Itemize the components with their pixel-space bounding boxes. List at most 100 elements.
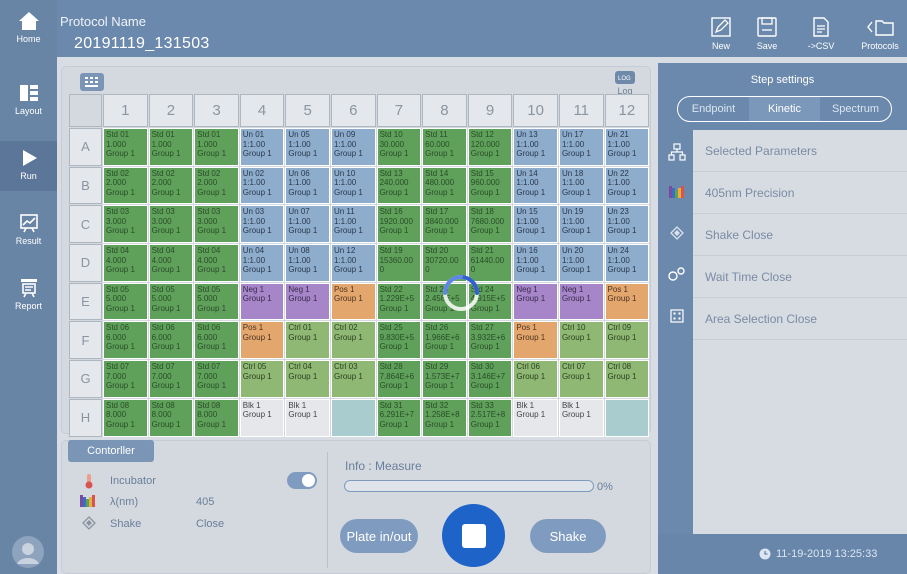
plate-well[interactable]: Std 19 15360.00 0 xyxy=(376,244,422,282)
plate-well[interactable]: Std 07 7.000 Group 1 xyxy=(148,360,194,398)
plate-well[interactable]: Std 16 1920.000 Group 1 xyxy=(376,205,422,244)
plate-well[interactable]: Std 05 5.000 Group 1 xyxy=(103,282,148,321)
plate-well[interactable]: Std 06 6.000 Group 1 xyxy=(148,321,194,360)
row-header[interactable]: E xyxy=(69,282,102,321)
plate-well[interactable]: Std 25 9.830E+5 Group 1 xyxy=(376,321,422,360)
row-header[interactable]: F xyxy=(69,321,102,360)
plate-well[interactable]: Un 05 1:1.00 Group 1 xyxy=(285,128,330,166)
shake-button[interactable]: Shake xyxy=(530,519,606,553)
nav-report[interactable]: Report xyxy=(0,273,57,323)
plate-well[interactable]: Un 02 1:1.00 Group 1 xyxy=(239,166,285,205)
plate-well[interactable]: Std 18 7680.000 Group 1 xyxy=(467,205,513,244)
step-param-item[interactable]: Wait Time Close xyxy=(693,256,907,298)
plate-well[interactable]: Ctrl 02 Group 1 xyxy=(330,321,376,360)
mode-endpoint[interactable]: Endpoint xyxy=(678,97,749,121)
plate-well[interactable]: Un 06 1:1.00 Group 1 xyxy=(285,166,330,205)
export-csv-button[interactable]: ->CSV xyxy=(800,16,842,51)
plate-well[interactable]: Std 05 5.000 Group 1 xyxy=(148,282,194,321)
nav-run[interactable]: Run xyxy=(0,141,57,191)
step-param-item[interactable]: Selected Parameters xyxy=(693,130,907,172)
plate-well[interactable]: Std 03 3.000 Group 1 xyxy=(148,205,194,244)
plate-well[interactable]: Ctrl 04 Group 1 xyxy=(285,360,330,398)
nav-result[interactable]: Result xyxy=(0,208,57,258)
plate-well[interactable]: Std 04 4.000 Group 1 xyxy=(148,244,194,282)
plate-well[interactable]: Std 01 1.000 Group 1 xyxy=(103,128,148,166)
row-header[interactable]: A xyxy=(69,128,102,166)
plate-well[interactable]: Std 06 6.000 Group 1 xyxy=(103,321,148,360)
mode-spectrum[interactable]: Spectrum xyxy=(820,97,891,121)
plate-well[interactable]: Std 29 1.573E+7 Group 1 xyxy=(422,360,467,398)
plate-well[interactable]: Std 27 3.932E+6 Group 1 xyxy=(467,321,513,360)
plate-well[interactable]: Ctrl 01 Group 1 xyxy=(285,321,330,360)
plate-well[interactable]: Un 23 1:1.00 Group 1 xyxy=(604,205,650,244)
column-header[interactable]: 5 xyxy=(285,94,330,127)
plate-well[interactable]: Un 03 1:1.00 Group 1 xyxy=(239,205,285,244)
plate-well[interactable]: Std 08 8.000 Group 1 xyxy=(148,398,194,437)
selected-params-side-icon[interactable] xyxy=(660,143,693,166)
keypad-button[interactable] xyxy=(80,73,104,91)
plate-well[interactable]: Un 15 1:1.00 Group 1 xyxy=(513,205,558,244)
column-header[interactable]: 6 xyxy=(330,94,376,127)
plate-well[interactable]: Un 20 1:1.00 Group 1 xyxy=(558,244,604,282)
plate-well[interactable]: Un 04 1:1.00 Group 1 xyxy=(239,244,285,282)
plate-well[interactable]: Un 16 1:1.00 Group 1 xyxy=(513,244,558,282)
plate-well[interactable]: Std 26 1.966E+6 Group 1 xyxy=(422,321,467,360)
plate-well[interactable]: Std 32 1.258E+8 Group 1 xyxy=(422,398,467,437)
plate-well[interactable]: Pos 1 Group 1 xyxy=(513,321,558,360)
step-param-item[interactable]: 405nm Precision xyxy=(693,172,907,214)
column-header[interactable]: 8 xyxy=(422,94,467,127)
plate-well[interactable]: Un 01 1:1.00 Group 1 xyxy=(239,128,285,166)
column-header[interactable]: 12 xyxy=(604,94,650,127)
plate-well[interactable]: Std 04 4.000 Group 1 xyxy=(194,244,239,282)
plate-well[interactable]: Un 22 1:1.00 Group 1 xyxy=(604,166,650,205)
plate-well[interactable]: Std 08 8.000 Group 1 xyxy=(103,398,148,437)
plate-well[interactable]: Std 07 7.000 Group 1 xyxy=(103,360,148,398)
plate-well[interactable]: Std 03 3.000 Group 1 xyxy=(103,205,148,244)
plate-well[interactable]: Un 21 1:1.00 Group 1 xyxy=(604,128,650,166)
column-header[interactable]: 1 xyxy=(103,94,148,127)
plate-well[interactable]: Std 07 7.000 Group 1 xyxy=(194,360,239,398)
plate-well[interactable]: Blk 1 Group 1 xyxy=(558,398,604,437)
plate-well[interactable]: Std 22 1.229E+5 Group 1 xyxy=(376,282,422,321)
wavelength-side-icon[interactable] xyxy=(660,185,693,203)
plate-well[interactable]: Un 24 1:1.00 Group 1 xyxy=(604,244,650,282)
row-header[interactable]: C xyxy=(69,205,102,244)
incubator-toggle[interactable] xyxy=(287,472,317,489)
plate-well[interactable]: Std 11 60.000 Group 1 xyxy=(422,128,467,166)
plate-well[interactable]: Neg 1 Group 1 xyxy=(285,282,330,321)
plate-well[interactable]: Ctrl 08 Group 1 xyxy=(604,360,650,398)
plate-well[interactable]: Un 10 1:1.00 Group 1 xyxy=(330,166,376,205)
plate-well[interactable]: Std 30 3.146E+7 Group 1 xyxy=(467,360,513,398)
plate-well[interactable]: Un 17 1:1.00 Group 1 xyxy=(558,128,604,166)
nav-home[interactable]: Home xyxy=(0,0,57,57)
wait-time-side-icon[interactable] xyxy=(660,267,693,286)
plate-well[interactable]: Un 11 1:1.00 Group 1 xyxy=(330,205,376,244)
plate-well[interactable]: Std 10 30.000 Group 1 xyxy=(376,128,422,166)
column-header[interactable]: 2 xyxy=(148,94,194,127)
plate-well[interactable]: Std 15 960.000 Group 1 xyxy=(467,166,513,205)
plate-well[interactable]: Std 33 2.517E+8 Group 1 xyxy=(467,398,513,437)
plate-well[interactable] xyxy=(330,398,376,437)
log-button[interactable]: LOG Log xyxy=(612,71,638,96)
plate-well[interactable]: Un 07 1:1.00 Group 1 xyxy=(285,205,330,244)
row-header[interactable]: G xyxy=(69,360,102,398)
plate-well[interactable]: Std 17 3840.000 Group 1 xyxy=(422,205,467,244)
protocols-button[interactable]: Protocols xyxy=(852,16,907,51)
plate-well[interactable]: Neg 1 Group 1 xyxy=(239,282,285,321)
row-header[interactable]: D xyxy=(69,244,102,282)
plate-well[interactable]: Ctrl 03 Group 1 xyxy=(330,360,376,398)
plate-well[interactable]: Std 02 2.000 Group 1 xyxy=(148,166,194,205)
column-header[interactable]: 10 xyxy=(513,94,558,127)
plate-well[interactable]: Un 14 1:1.00 Group 1 xyxy=(513,166,558,205)
plate-well[interactable]: Neg 1 Group 1 xyxy=(558,282,604,321)
plate-well[interactable]: Un 12 1:1.00 Group 1 xyxy=(330,244,376,282)
plate-well[interactable]: Std 02 2.000 Group 1 xyxy=(103,166,148,205)
plate-well[interactable]: Un 13 1:1.00 Group 1 xyxy=(513,128,558,166)
user-avatar[interactable] xyxy=(12,536,44,568)
plate-well[interactable]: Std 01 1.000 Group 1 xyxy=(148,128,194,166)
plate-well[interactable]: Neg 1 Group 1 xyxy=(513,282,558,321)
plate-well[interactable]: Ctrl 09 Group 1 xyxy=(604,321,650,360)
plate-well[interactable]: Std 31 6.291E+7 Group 1 xyxy=(376,398,422,437)
plate-well[interactable]: Std 02 2.000 Group 1 xyxy=(194,166,239,205)
plate-well[interactable]: Un 08 1:1.00 Group 1 xyxy=(285,244,330,282)
